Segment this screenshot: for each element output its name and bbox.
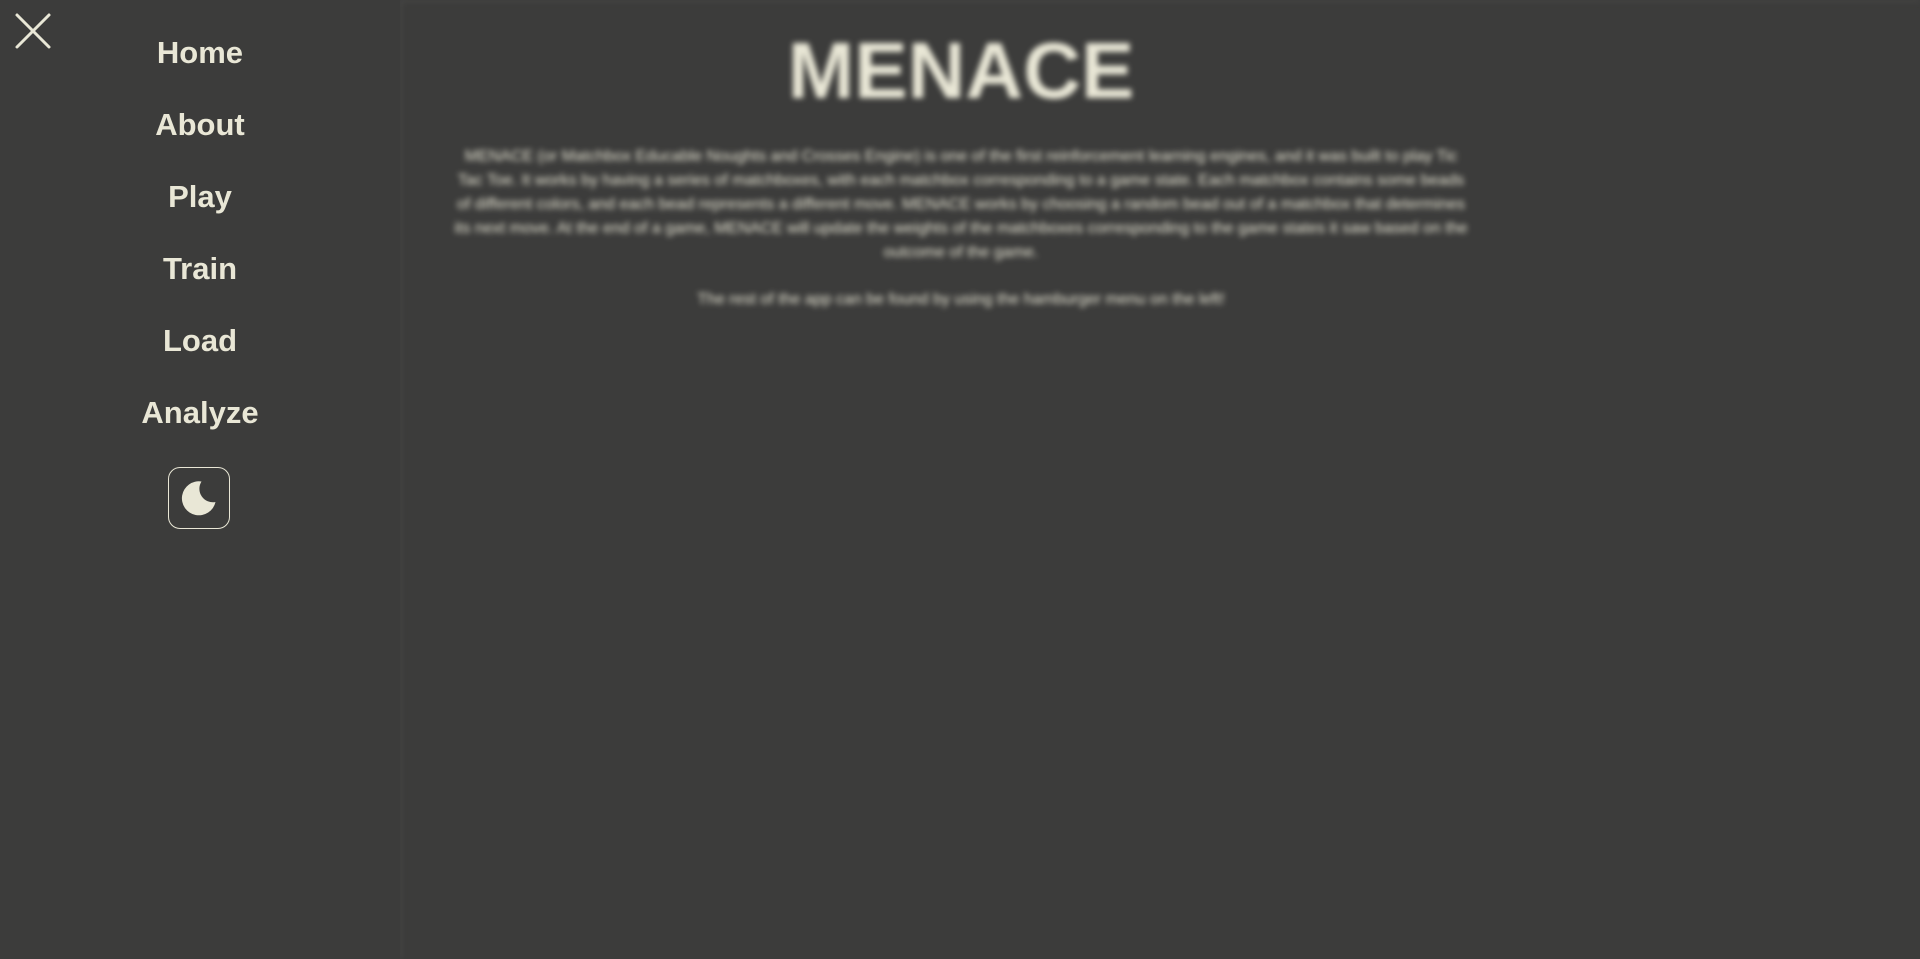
page-title: MENACE [787, 26, 1135, 115]
sidebar-item-train[interactable]: Train [0, 244, 400, 316]
sidebar-item-load[interactable]: Load [0, 316, 400, 388]
sidebar-item-home[interactable]: Home [0, 28, 400, 100]
sidebar-item-play[interactable]: Play [0, 172, 400, 244]
sidebar-item-analyze[interactable]: Analyze [0, 388, 400, 460]
description-text: MENACE (or Matchbox Educable Noughts and… [454, 148, 1468, 261]
sidebar-nav: Home About Play Train Load Analyze [0, 28, 400, 460]
page: MENACE MENACE (or Matchbox Educable Noug… [0, 0, 1920, 959]
main-content: MENACE MENACE (or Matchbox Educable Noug… [400, 0, 1920, 959]
sidebar-menu: Home About Play Train Load Analyze [0, 0, 400, 959]
moon-icon [181, 481, 216, 516]
theme-toggle-button[interactable] [168, 467, 230, 529]
sidebar-item-about[interactable]: About [0, 100, 400, 172]
hint-text: The rest of the app can be found by usin… [697, 291, 1225, 308]
